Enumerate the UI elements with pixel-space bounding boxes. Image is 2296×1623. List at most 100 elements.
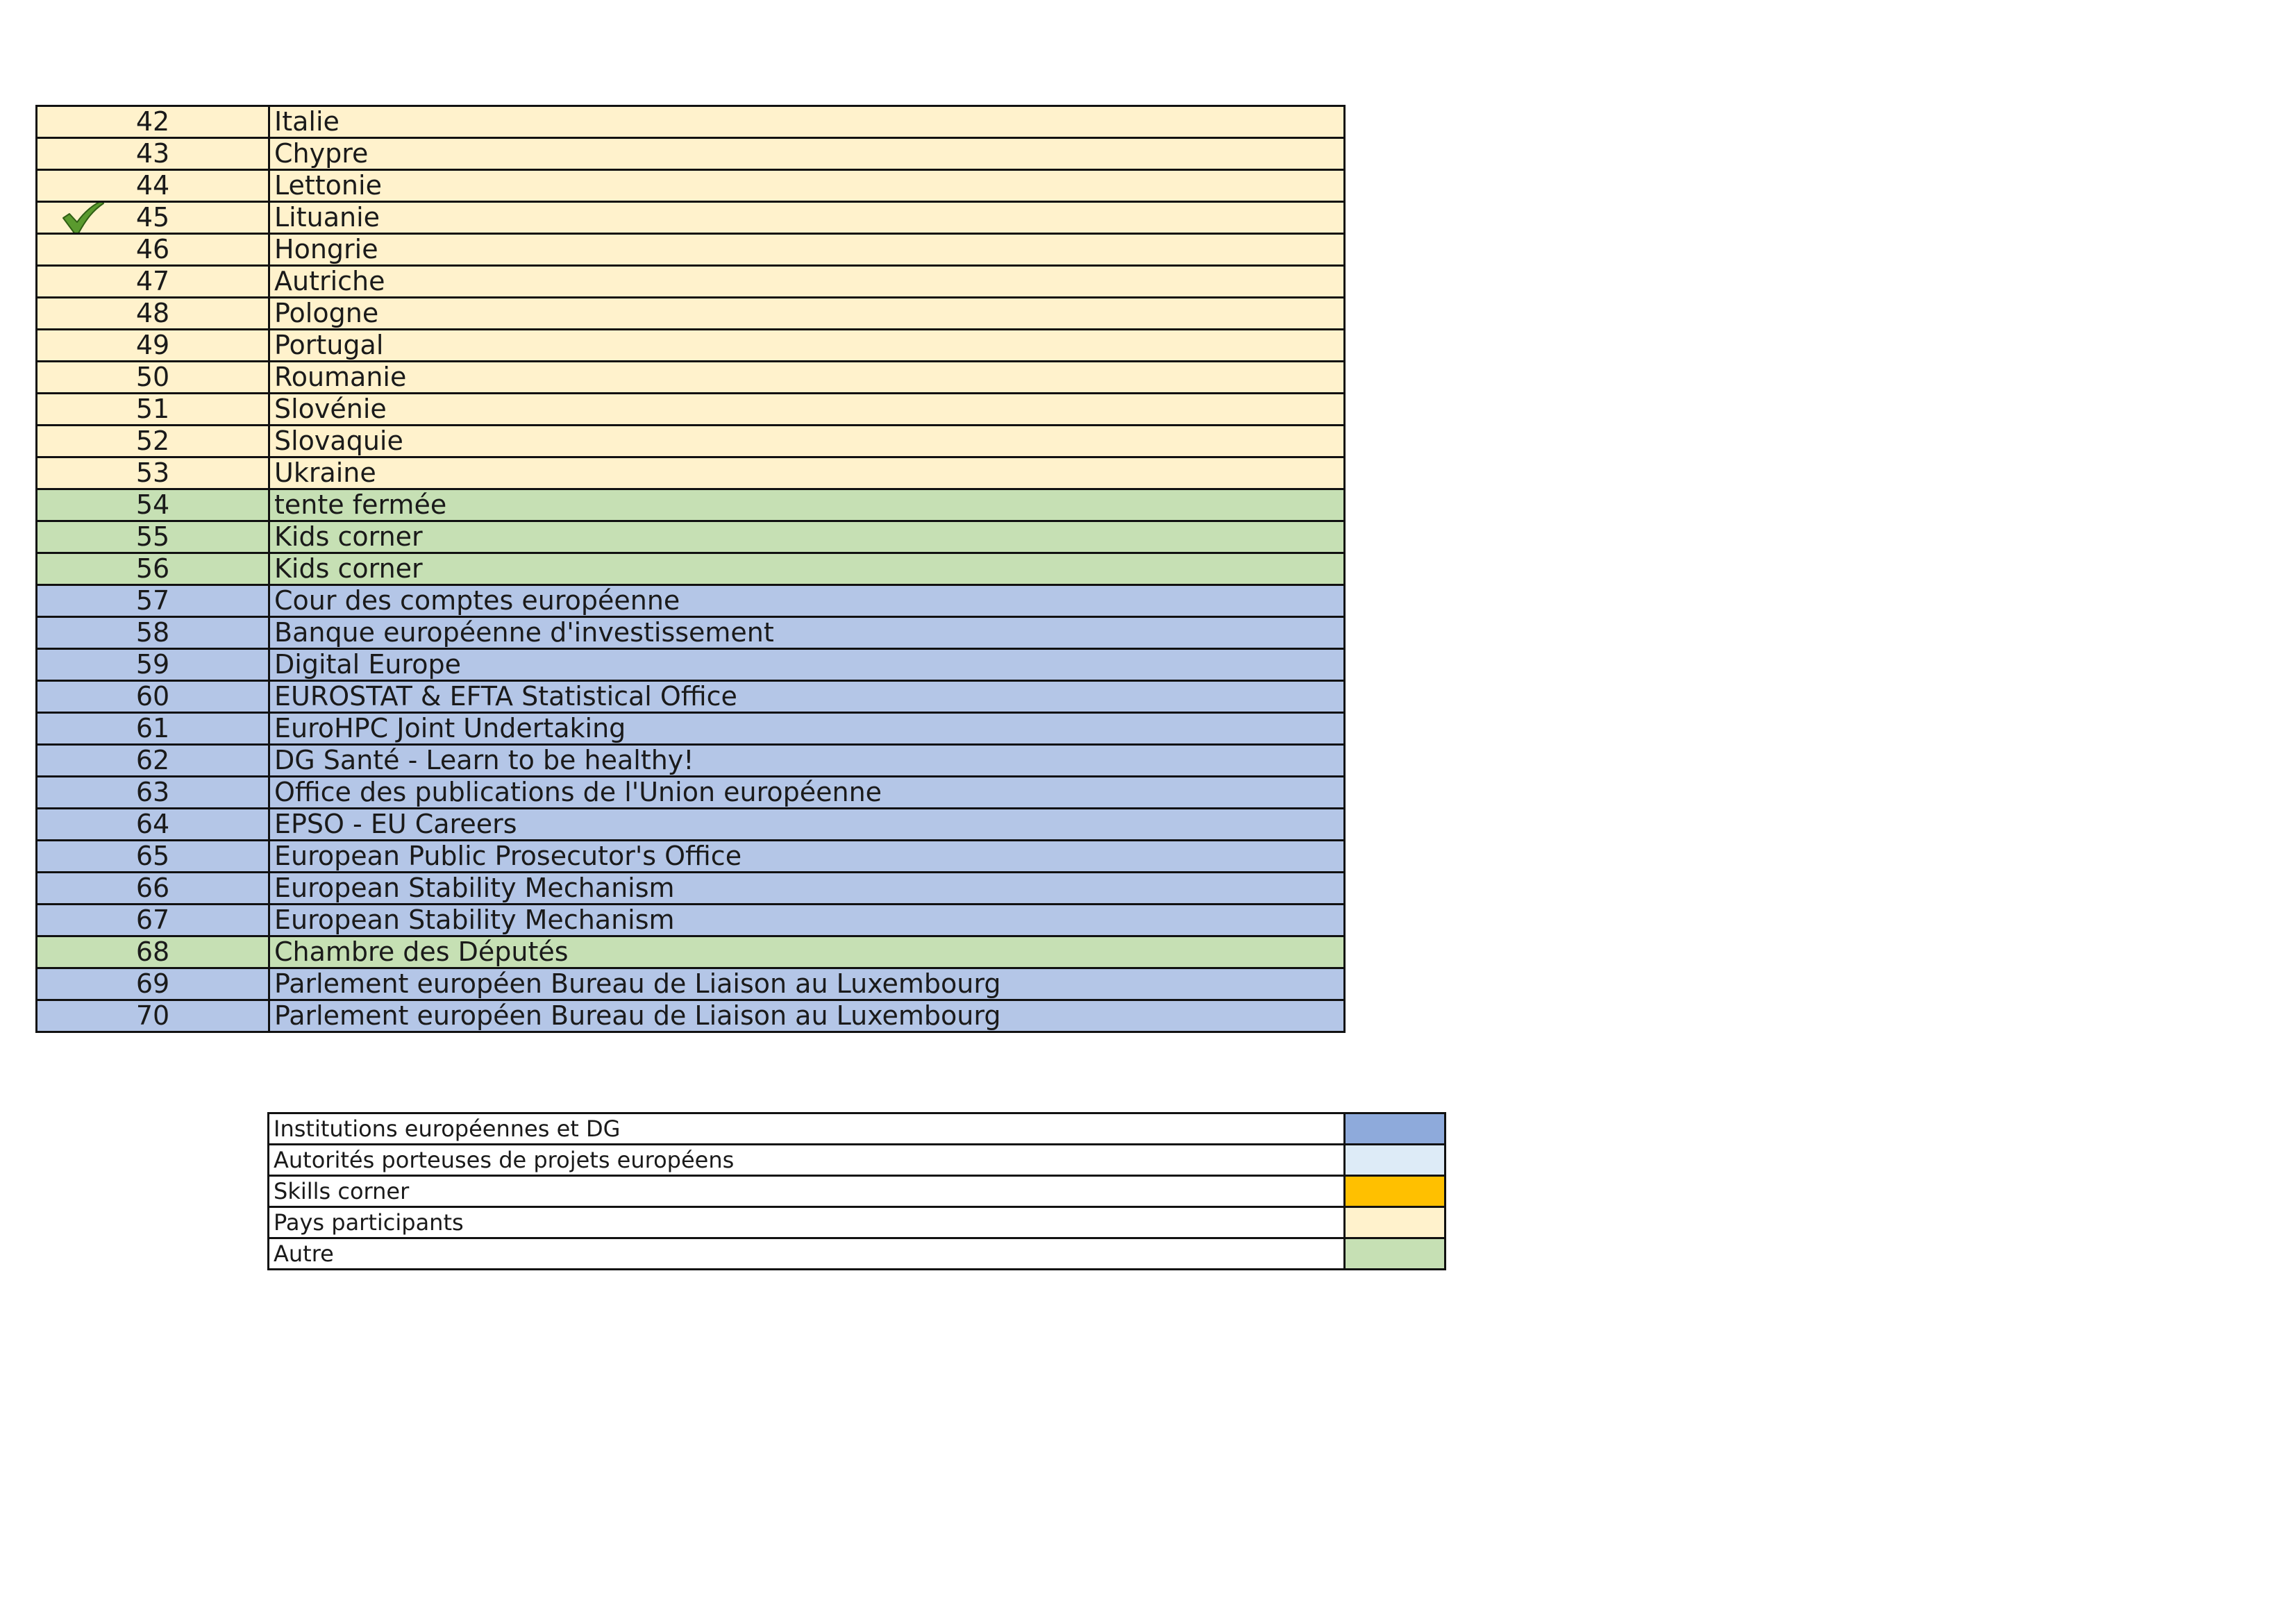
legend-label: Autre [267,1237,1346,1270]
check-icon [62,203,104,232]
stand-name: DG Santé - Learn to be healthy! [268,743,1346,777]
stand-number: 65 [135,841,170,871]
stand-number-cell: 65 [35,839,270,873]
table-row: 60 EUROSTAT & EFTA Statistical Office [35,680,1346,714]
legend-row: Institutions européennes et DG [267,1112,1446,1145]
table-row: 48 Pologne [35,296,1346,330]
stand-number-cell: 58 [35,616,270,650]
stand-number: 52 [135,426,170,456]
stand-number-cell: 55 [35,520,270,554]
legend-row: Autre [267,1237,1446,1270]
stand-number-cell: 60 [35,680,270,714]
table-row: 69 Parlement européen Bureau de Liaison a… [35,967,1346,1001]
legend-color-swatch [1343,1237,1446,1270]
table-row: 57 Cour des comptes européenne [35,584,1346,618]
stand-number-cell: 62 [35,743,270,777]
stand-number: 66 [135,873,170,903]
legend-row: Autorités porteuses de projets européens [267,1143,1446,1177]
legend-row: Pays participants [267,1206,1446,1239]
table-row: 58 Banque européenne d'investissement [35,616,1346,650]
stand-number: 46 [135,234,170,264]
stand-number: 48 [135,298,170,328]
table-row: 70 Parlement européen Bureau de Liaison a… [35,999,1346,1033]
stand-number-cell: 66 [35,871,270,905]
table-row: 65 European Public Prosecutor's Office [35,839,1346,873]
table-row: 67 European Stability Mechanism [35,903,1346,937]
stand-number-cell: 45 [35,201,270,235]
stand-number: 50 [135,362,170,392]
stand-name: European Public Prosecutor's Office [268,839,1346,873]
stand-number-cell: 68 [35,935,270,969]
stand-name: Cour des comptes européenne [268,584,1346,618]
stand-name: Ukraine [268,456,1346,490]
stand-number: 67 [135,905,170,935]
stand-number-cell: 64 [35,807,270,841]
stand-name: Slovaquie [268,424,1346,458]
stand-name: Kids corner [268,552,1346,586]
stand-name: Portugal [268,328,1346,362]
legend-label: Autorités porteuses de projets européens [267,1143,1346,1177]
stand-number: 69 [135,968,170,999]
stand-number: 44 [135,170,170,201]
stand-number-cell: 67 [35,903,270,937]
stand-number-cell: 53 [35,456,270,490]
stand-number-cell: 50 [35,360,270,394]
stand-name: EUROSTAT & EFTA Statistical Office [268,680,1346,714]
stand-name: Parlement européen Bureau de Liaison au … [268,967,1346,1001]
stand-number-cell: 51 [35,392,270,426]
stand-number: 59 [135,649,170,680]
stand-number: 68 [135,936,170,967]
legend-color-swatch [1343,1143,1446,1177]
legend-label: Pays participants [267,1206,1346,1239]
legend-table-body: Institutions européennes et DG Autorités … [267,1112,1446,1270]
stand-name: EuroHPC Joint Undertaking [268,712,1346,746]
stand-number: 51 [135,394,170,424]
stand-number: 42 [135,106,170,137]
stand-number: 70 [135,1000,170,1031]
stand-number: 45 [135,202,170,233]
stand-number-cell: 46 [35,233,270,267]
stand-number-cell: 43 [35,137,270,171]
legend-label: Skills corner [267,1175,1346,1208]
table-row: 50 Roumanie [35,360,1346,394]
stand-table-body: 42 Italie 43 Chypre 44 Lettonie 45 Lituanie 46 Ho… [35,105,1346,1033]
stand-number-cell: 42 [35,105,270,139]
stand-number-cell: 69 [35,967,270,1001]
table-row: 55 Kids corner [35,520,1346,554]
table-row: 54 tente fermée [35,488,1346,522]
legend-color-swatch [1343,1175,1446,1208]
stand-number-cell: 70 [35,999,270,1033]
stand-name: Autriche [268,264,1346,298]
table-row: 49 Portugal [35,328,1346,362]
stand-number: 56 [135,553,170,584]
legend-row: Skills corner [267,1175,1446,1208]
stand-number: 49 [135,330,170,360]
legend-table: Institutions européennes et DG Autorités … [267,1112,1446,1270]
stand-number-cell: 48 [35,296,270,330]
table-row: 47 Autriche [35,264,1346,298]
table-row: 51 Slovénie [35,392,1346,426]
stand-number: 53 [135,457,170,488]
stand-number-cell: 59 [35,648,270,682]
stand-number: 43 [135,138,170,169]
stand-number: 57 [135,585,170,616]
stand-number-cell: 63 [35,775,270,809]
legend-color-swatch [1343,1112,1446,1145]
stand-number: 63 [135,777,170,807]
stand-number: 54 [135,489,170,520]
stand-name: Kids corner [268,520,1346,554]
document-page: 42 Italie 43 Chypre 44 Lettonie 45 Lituanie 46 Ho… [0,0,2296,1623]
stand-number-cell: 44 [35,169,270,203]
table-row: 63 Office des publications de l'Union eur… [35,775,1346,809]
table-row: 68 Chambre des Députés [35,935,1346,969]
table-row: 44 Lettonie [35,169,1346,203]
legend-color-swatch [1343,1206,1446,1239]
stand-name: tente fermée [268,488,1346,522]
table-row: 56 Kids corner [35,552,1346,586]
stand-name: Parlement européen Bureau de Liaison au … [268,999,1346,1033]
stand-number-cell: 47 [35,264,270,298]
table-row: 66 European Stability Mechanism [35,871,1346,905]
table-row: 64 EPSO - EU Careers [35,807,1346,841]
table-row: 46 Hongrie [35,233,1346,267]
stand-number: 58 [135,617,170,648]
